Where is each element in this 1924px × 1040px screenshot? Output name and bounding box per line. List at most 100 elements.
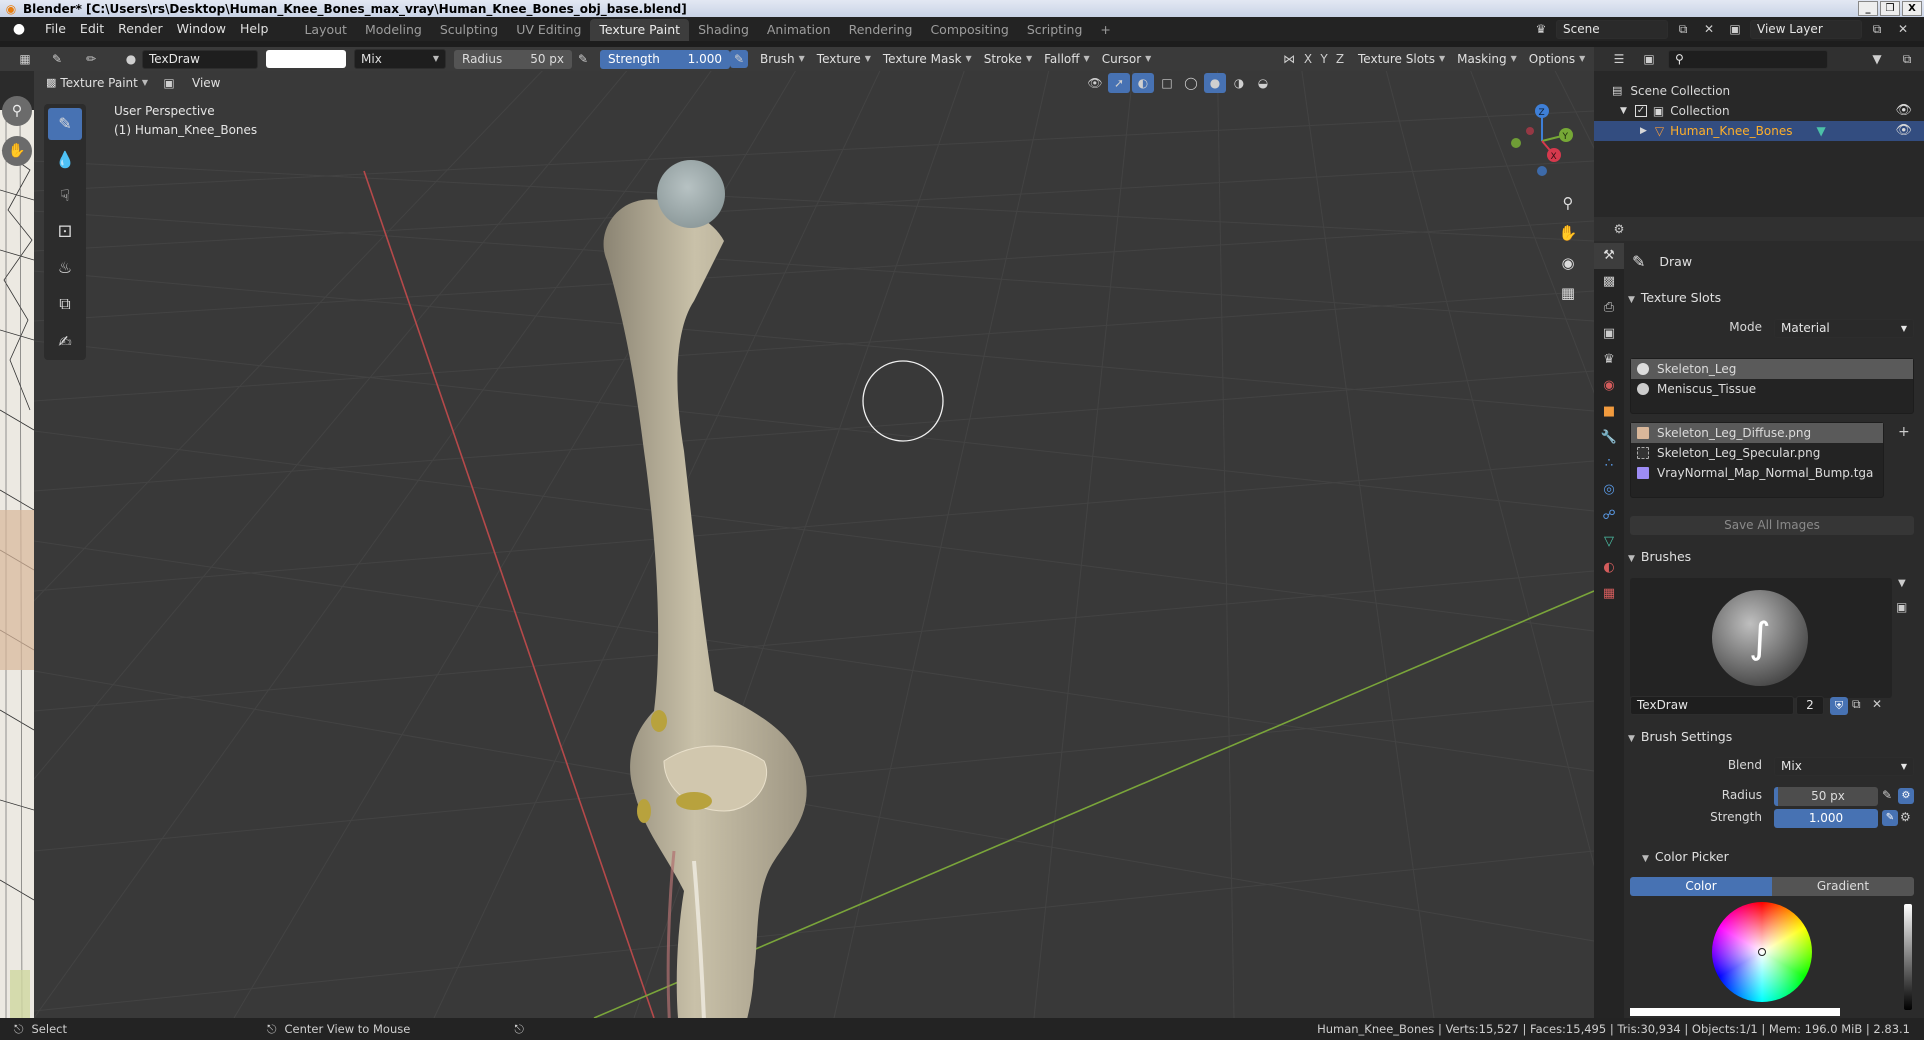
fake-user-shield-icon[interactable]: ⛨ <box>1830 697 1848 715</box>
camera-view-icon[interactable]: ◉ <box>1554 249 1582 277</box>
brush-icon[interactable]: ✏ <box>80 49 102 69</box>
color-wheel-cursor[interactable] <box>1758 948 1766 956</box>
delete-scene-icon[interactable]: ✕ <box>1698 19 1720 39</box>
tab-scripting[interactable]: Scripting <box>1018 19 1092 41</box>
radius-pressure-icon[interactable]: ✎ <box>572 49 594 69</box>
smear-tool-icon[interactable]: ☟ <box>48 180 82 212</box>
menu-masking[interactable]: Masking ▼ <box>1451 49 1523 69</box>
gradient-tab[interactable]: Gradient <box>1772 877 1914 896</box>
eye-icon[interactable]: 👁 <box>1895 121 1912 141</box>
close-button[interactable]: X <box>1902 1 1922 16</box>
annotate-tool-icon[interactable]: ✍ <box>48 326 82 358</box>
material-slot-item[interactable]: Skeleton_Leg <box>1631 359 1913 379</box>
strength-unit-icon[interactable]: ⚙ <box>1900 810 1911 824</box>
fill-tool-icon[interactable]: ♨ <box>48 252 82 284</box>
menu-options[interactable]: Options ▼ <box>1523 49 1591 69</box>
outliner-row-scene-collection[interactable]: ▤ Scene Collection <box>1594 81 1924 101</box>
menu-texture-mask[interactable]: Texture Mask ▼ <box>877 49 978 69</box>
solid-shading-icon[interactable]: ● <box>1204 73 1226 93</box>
uv-zoom-icon[interactable]: ⚲ <box>2 96 32 126</box>
material-shading-icon[interactable]: ◑ <box>1228 73 1250 93</box>
view-layer-field[interactable]: View Layer <box>1750 19 1862 39</box>
brush-preview-box[interactable]: ∫ <box>1630 578 1892 698</box>
view-layer-icon[interactable]: ▣ <box>1724 19 1746 39</box>
data-tab-icon[interactable]: ▽ <box>1594 529 1624 555</box>
tab-layout[interactable]: Layout <box>295 19 356 41</box>
texture-tab-icon[interactable]: ▦ <box>1594 581 1624 607</box>
expand-arrow-icon[interactable]: ▶ <box>1640 121 1647 141</box>
expand-arrow-icon[interactable]: ▼ <box>1620 101 1627 121</box>
menu-brush[interactable]: Brush ▼ <box>754 49 811 69</box>
symmetry-icon[interactable]: ⋈ <box>1278 49 1300 69</box>
uv-pan-icon[interactable]: ✋ <box>2 136 32 166</box>
menu-help[interactable]: Help <box>233 17 276 41</box>
blender-menu-icon[interactable]: ● <box>8 21 30 37</box>
color-picker-panel-header[interactable]: ▼ Color Picker <box>1642 846 1924 868</box>
tab-modeling[interactable]: Modeling <box>356 19 431 41</box>
particles-tab-icon[interactable]: ∴ <box>1594 451 1624 477</box>
strength-pressure-icon[interactable]: ✎ <box>730 50 748 68</box>
value-slider[interactable] <box>1904 904 1912 1010</box>
menu-texture-slots[interactable]: Texture Slots ▼ <box>1352 49 1451 69</box>
tab-compositing[interactable]: Compositing <box>921 19 1017 41</box>
modifier-tab-icon[interactable]: 🔧 <box>1594 425 1624 451</box>
rendered-shading-icon[interactable]: ◒ <box>1252 73 1274 93</box>
brush-strength-slider[interactable]: 1.000 <box>1774 809 1878 828</box>
overlay-toggle-icon[interactable]: ◐ <box>1132 73 1154 93</box>
mirror-x-toggle[interactable]: X <box>1300 49 1316 69</box>
strength-pressure-icon[interactable]: ✎ <box>1882 810 1898 826</box>
new-view-layer-icon[interactable]: ⧉ <box>1866 19 1888 39</box>
scene-icon[interactable]: ♛ <box>1530 19 1552 39</box>
outliner-row-collection[interactable]: ▼ ✓ ▣ Collection 👁 <box>1594 101 1924 121</box>
brushes-panel-header[interactable]: ▼ Brushes <box>1628 546 1918 568</box>
mode-dropdown[interactable]: ▩ Texture Paint ▼ <box>40 73 154 93</box>
radius-slider[interactable]: Radius 50 px <box>454 49 572 69</box>
unlink-brush-icon[interactable]: ✕ <box>1872 697 1882 711</box>
maximize-button[interactable]: ❒ <box>1880 1 1900 16</box>
brush-radius-slider[interactable]: 50 px <box>1774 787 1878 806</box>
brush-settings-panel-header[interactable]: ▼ Brush Settings <box>1628 726 1918 748</box>
tab-rendering[interactable]: Rendering <box>840 19 922 41</box>
view-layer-tab-icon[interactable]: ▣ <box>1594 321 1624 347</box>
paint-mask-icon[interactable]: ▣ <box>158 73 180 93</box>
visibility-icon[interactable]: 👁 <box>1084 73 1106 93</box>
tab-texture-paint[interactable]: Texture Paint <box>590 19 690 41</box>
menu-texture[interactable]: Texture ▼ <box>811 49 877 69</box>
object-tab-icon[interactable]: ■ <box>1594 399 1624 425</box>
mirror-y-toggle[interactable]: Y <box>1316 49 1332 69</box>
tab-animation[interactable]: Animation <box>758 19 840 41</box>
brush-name-field[interactable]: TexDraw <box>142 49 258 69</box>
tab-sculpting[interactable]: Sculpting <box>431 19 507 41</box>
3d-viewport[interactable]: ▩ Texture Paint ▼ ▣ View 👁 ➚ ◐ □ ◯ ● ◑ ◒… <box>34 71 1594 1018</box>
wireframe-shading-icon[interactable]: ◯ <box>1180 73 1202 93</box>
world-tab-icon[interactable]: ◉ <box>1594 373 1624 399</box>
texture-slots-panel-header[interactable]: ▼ Texture Slots <box>1628 287 1918 309</box>
outliner-search-input[interactable]: ⚲ <box>1668 49 1828 69</box>
scene-tab-icon[interactable]: ♛ <box>1594 347 1624 373</box>
brush-image-icon[interactable]: ▣ <box>1896 600 1907 614</box>
draw-tool-icon[interactable]: ✎ <box>48 108 82 140</box>
menu-falloff[interactable]: Falloff ▼ <box>1038 49 1096 69</box>
brush-color-swatch[interactable] <box>266 50 346 68</box>
render-tab-icon[interactable]: ▩ <box>1594 269 1624 295</box>
brush-list-dropdown-icon[interactable]: ▼ <box>1898 578 1906 589</box>
radius-unit-icon[interactable]: ⚙ <box>1898 788 1914 804</box>
save-all-images-button[interactable]: Save All Images <box>1630 516 1914 535</box>
blend-dropdown[interactable]: Mix ▼ <box>354 49 446 69</box>
add-texture-icon[interactable]: + <box>1898 424 1910 440</box>
color-wheel[interactable] <box>1712 902 1812 1002</box>
mode-select-icon[interactable]: ✎ <box>46 49 68 69</box>
menu-view[interactable]: View <box>186 73 226 93</box>
tab-shading[interactable]: Shading <box>689 19 758 41</box>
duplicate-brush-icon[interactable]: ⧉ <box>1852 697 1861 712</box>
menu-edit[interactable]: Edit <box>73 17 111 41</box>
texture-image-item[interactable]: Skeleton_Leg_Diffuse.png <box>1631 423 1883 443</box>
texture-image-item[interactable]: VrayNormal_Map_Normal_Bump.tga <box>1631 463 1883 483</box>
delete-view-layer-icon[interactable]: ✕ <box>1892 19 1914 39</box>
color-tab[interactable]: Color <box>1630 877 1772 896</box>
brush-name-field[interactable]: TexDraw <box>1630 696 1794 715</box>
zoom-icon[interactable]: ⚲ <box>1554 189 1582 217</box>
menu-cursor[interactable]: Cursor ▼ <box>1096 49 1158 69</box>
brush-fake-user-icon[interactable]: ● <box>120 49 142 69</box>
menu-file[interactable]: File <box>38 17 73 41</box>
